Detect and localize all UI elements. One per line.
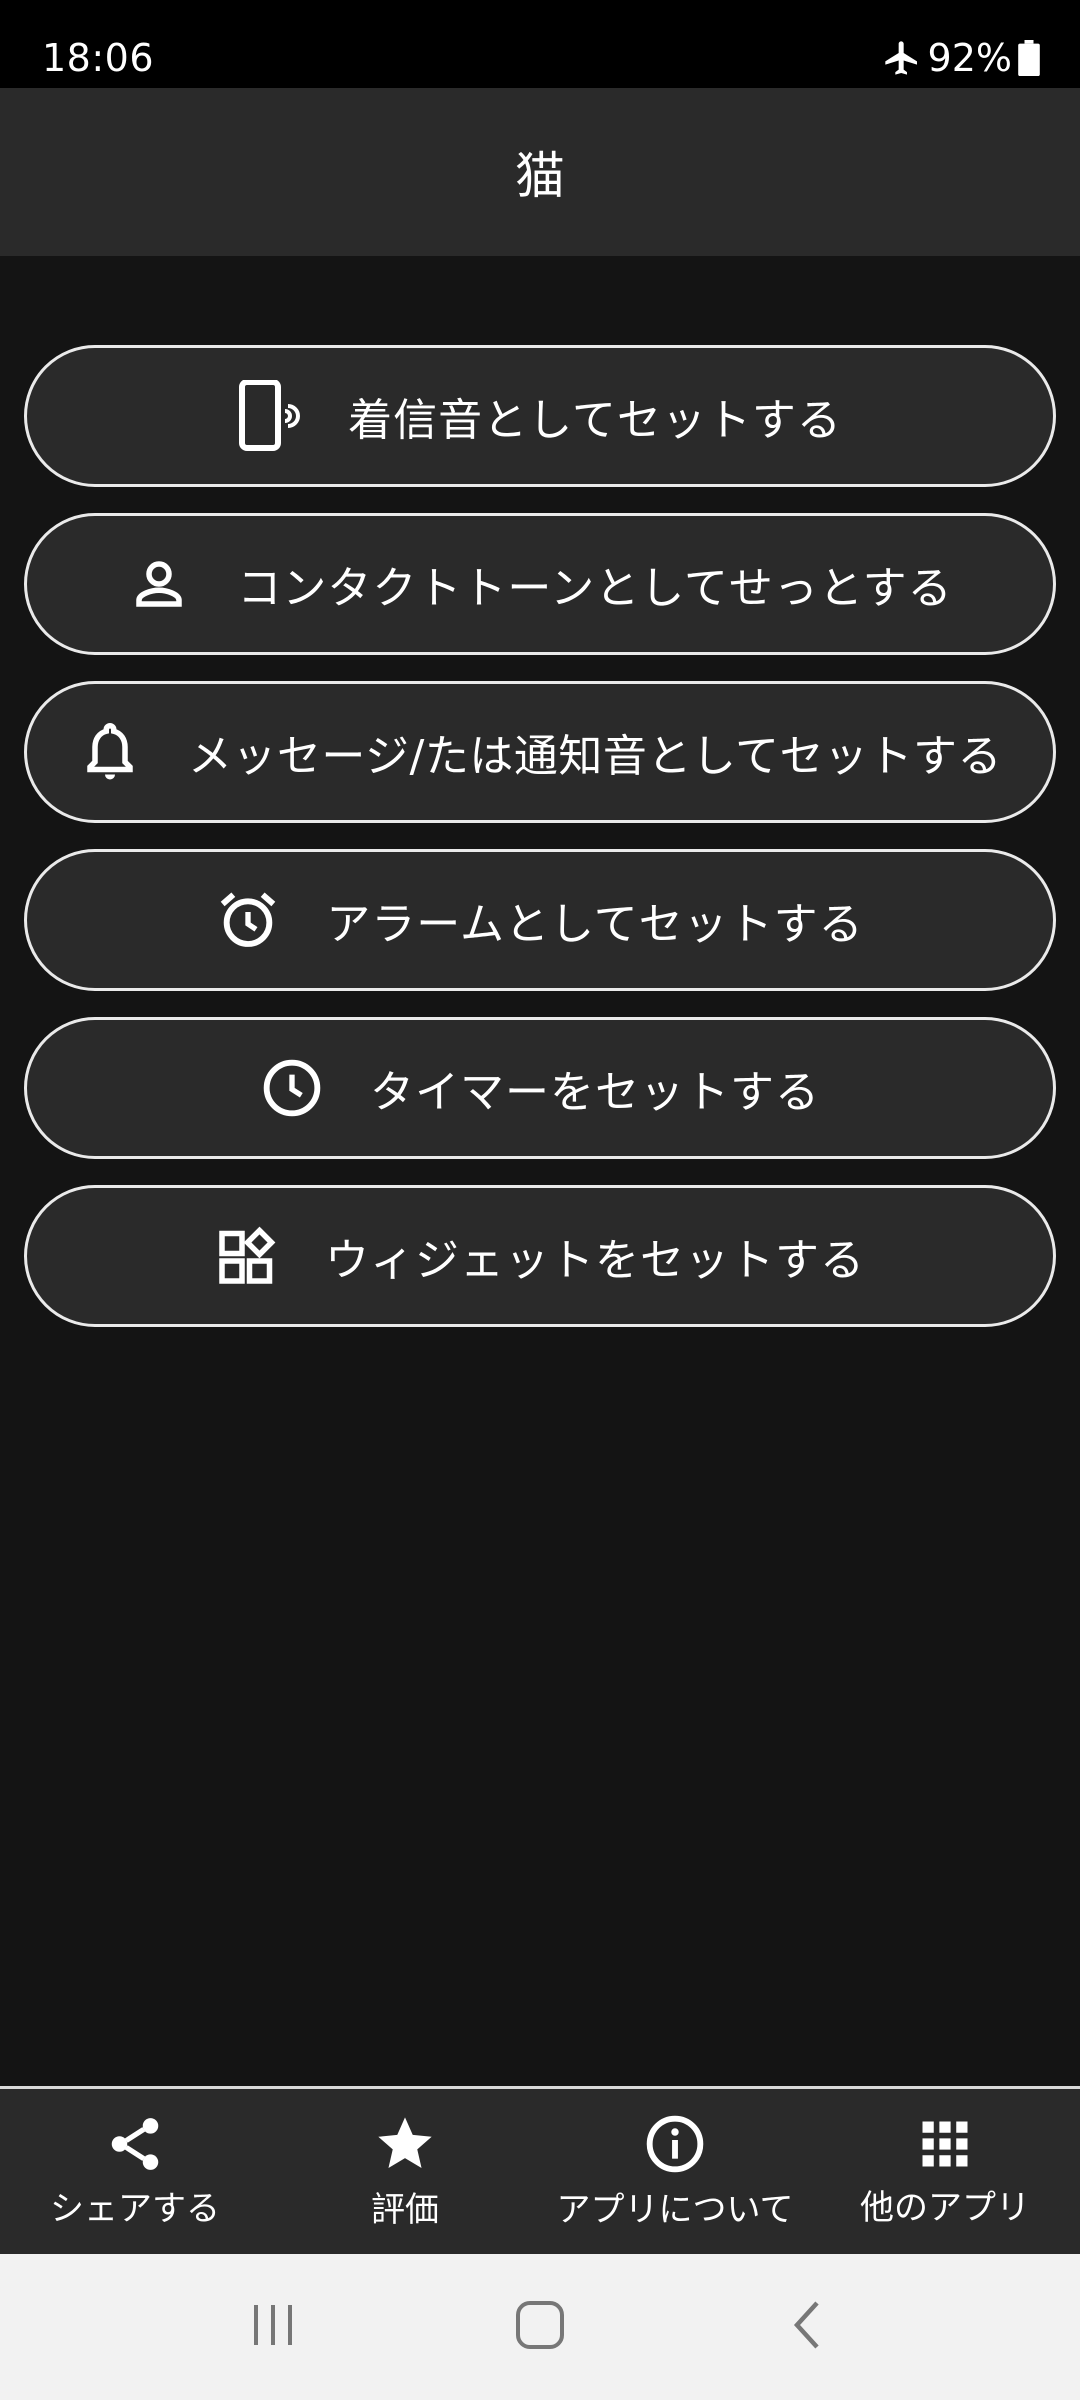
set-contact-tone-button[interactable]: コンタクトトーンとしてせっとする bbox=[24, 513, 1056, 655]
recent-apps-icon bbox=[248, 2300, 298, 2354]
action-label: ウィジェットをセットする bbox=[325, 1235, 865, 1286]
set-widget-button[interactable]: ウィジェットをセットする bbox=[24, 1185, 1056, 1327]
status-bar: 18:06 92% bbox=[0, 0, 1080, 88]
back-button[interactable] bbox=[747, 2277, 867, 2377]
share-icon bbox=[104, 2113, 166, 2175]
action-label: メッセージ/たは通知音としてセットする bbox=[187, 731, 1003, 782]
nav-label: シェアする bbox=[50, 2189, 220, 2229]
set-alarm-button[interactable]: アラームとしてセットする bbox=[24, 849, 1056, 991]
bottom-nav: シェアする 評価 アプリについて 他のアプリ bbox=[0, 2086, 1080, 2254]
nav-share[interactable]: シェアする bbox=[0, 2089, 270, 2254]
info-icon bbox=[643, 2112, 707, 2176]
action-label: タイマーをセットする bbox=[370, 1067, 820, 1118]
nav-rate[interactable]: 評価 bbox=[270, 2089, 540, 2254]
clock-icon bbox=[260, 1052, 324, 1124]
app-bar: 猫 bbox=[0, 88, 1080, 256]
nav-about[interactable]: アプリについて bbox=[540, 2089, 810, 2254]
nav-label: 他のアプリ bbox=[860, 2188, 1030, 2228]
status-indicators: 92% bbox=[882, 36, 1040, 80]
bell-icon bbox=[78, 716, 142, 788]
airplane-icon bbox=[882, 38, 922, 78]
action-list: 着信音としてセットする コンタクトトーンとしてせっとする メッセージ/たは通知音… bbox=[24, 345, 1056, 1353]
widgets-icon bbox=[215, 1220, 279, 1292]
battery-icon bbox=[1018, 40, 1040, 76]
home-icon bbox=[514, 2299, 566, 2355]
set-notification-sound-button[interactable]: メッセージ/たは通知音としてセットする bbox=[24, 681, 1056, 823]
system-nav-bar bbox=[0, 2254, 1080, 2400]
nav-other-apps[interactable]: 他のアプリ bbox=[810, 2089, 1080, 2254]
home-button[interactable] bbox=[480, 2277, 600, 2377]
grid-icon bbox=[915, 2114, 975, 2174]
action-label: コンタクトトーンとしてせっとする bbox=[237, 563, 953, 614]
phone-ring-icon bbox=[238, 380, 302, 452]
battery-percent: 92% bbox=[927, 36, 1012, 80]
person-icon bbox=[127, 548, 191, 620]
page-title: 猫 bbox=[515, 147, 565, 205]
set-timer-button[interactable]: タイマーをセットする bbox=[24, 1017, 1056, 1159]
alarm-clock-icon bbox=[216, 884, 280, 956]
status-time: 18:06 bbox=[42, 36, 155, 80]
action-label: 着信音としてセットする bbox=[348, 395, 842, 446]
star-icon bbox=[373, 2112, 437, 2176]
nav-label: アプリについて bbox=[556, 2190, 794, 2230]
nav-label: 評価 bbox=[371, 2190, 439, 2230]
recent-apps-button[interactable] bbox=[213, 2277, 333, 2377]
back-icon bbox=[787, 2299, 827, 2355]
screen: 18:06 92% 猫 着信音としてセットする コンタクトトーンとしてせっとする… bbox=[0, 0, 1080, 2400]
action-label: アラームとしてセットする bbox=[326, 899, 864, 950]
set-ringtone-button[interactable]: 着信音としてセットする bbox=[24, 345, 1056, 487]
